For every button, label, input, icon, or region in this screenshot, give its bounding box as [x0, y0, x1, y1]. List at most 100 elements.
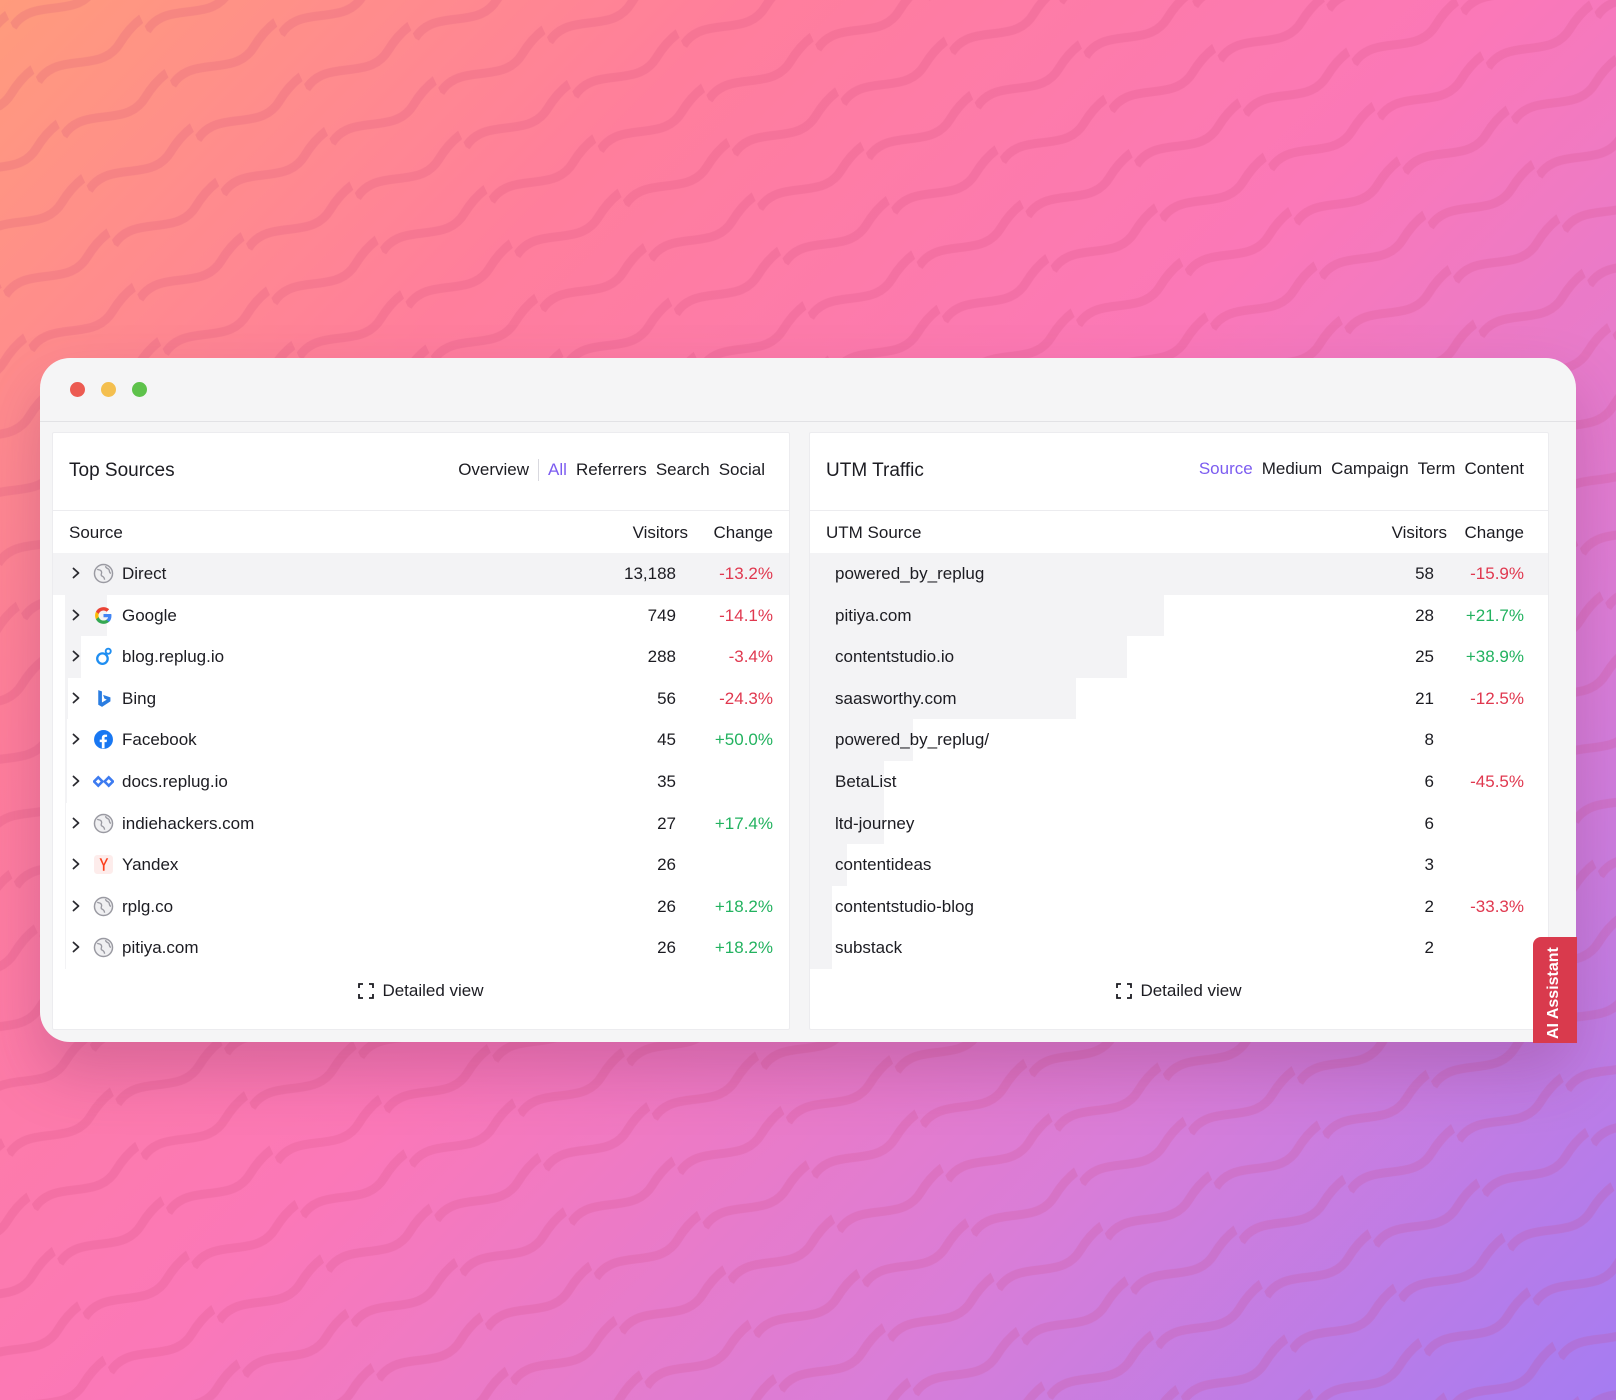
bing-icon	[93, 688, 114, 709]
source-visitors: 35	[657, 771, 676, 791]
utm-visitors: 28	[1415, 605, 1434, 625]
utm-source-name: BetaList	[835, 771, 897, 791]
source-name: rplg.co	[122, 896, 174, 916]
source-change: +17.4%	[714, 813, 773, 833]
utm-row[interactable]: saasworthy.com 21 -12.5%	[810, 677, 1548, 720]
globe-icon	[93, 937, 114, 958]
utm-visitors: 21	[1415, 688, 1434, 708]
chevron-right-icon[interactable]	[69, 856, 83, 872]
column-change[interactable]: Change	[1464, 523, 1524, 543]
utm-row[interactable]: pitiya.com 28 +21.7%	[810, 594, 1548, 637]
source-visitors: 749	[647, 605, 676, 625]
source-share-bar	[65, 719, 68, 761]
source-row[interactable]: Google 749 -14.1%	[53, 594, 789, 637]
ai-assistant-label: AI Assistant	[1545, 947, 1562, 1039]
source-row[interactable]: rplg.co 26 +18.2%	[53, 885, 789, 928]
column-source: Source	[69, 523, 123, 542]
source-share-bar	[65, 677, 68, 720]
utm-row[interactable]: ltd-journey 6	[810, 802, 1548, 845]
source-visitors: 26	[657, 896, 676, 916]
tab-all[interactable]: All	[548, 460, 567, 480]
minimize-window-button[interactable]	[101, 382, 116, 397]
tab-overview[interactable]: Overview	[458, 460, 529, 480]
utm-row[interactable]: contentstudio-blog 2 -33.3%	[810, 885, 1548, 928]
source-row[interactable]: docs.replug.io 35	[53, 760, 789, 803]
tab-social[interactable]: Social	[719, 460, 765, 480]
source-row[interactable]: pitiya.com 26 +18.2%	[53, 927, 789, 969]
tab-referrers[interactable]: Referrers	[576, 460, 647, 480]
replug-icon	[93, 646, 114, 667]
detailed-view-label: Detailed view	[382, 981, 484, 1000]
source-visitors: 13,188	[624, 564, 676, 583]
top-sources-tabs: Overview All Referrers Search Social	[458, 459, 765, 481]
chevron-right-icon[interactable]	[69, 939, 83, 955]
chevron-right-icon[interactable]	[69, 648, 83, 664]
utm-traffic-detailed-view-button[interactable]: Detailed view	[810, 981, 1548, 1001]
source-change: +18.2%	[714, 938, 773, 958]
utm-row[interactable]: powered_by_replug 58 -15.9%	[810, 553, 1548, 595]
utm-traffic-panel: UTM Traffic Source Medium Campaign Term …	[809, 432, 1549, 1030]
yandex-icon	[93, 854, 114, 875]
utm-source-name: contentstudio-blog	[835, 896, 974, 916]
app-window: Top Sources Overview All Referrers Searc…	[40, 358, 1576, 1042]
source-row[interactable]: Bing 56 -24.3%	[53, 677, 789, 720]
utm-source-name: contentstudio.io	[835, 647, 955, 667]
column-utm-source: UTM Source	[826, 523, 922, 542]
ai-assistant-button[interactable]: AI Assistant	[1533, 937, 1577, 1043]
source-name: Google	[122, 605, 177, 625]
source-row[interactable]: Yandex 26	[53, 844, 789, 886]
tab-term[interactable]: Term	[1418, 459, 1456, 479]
tab-campaign[interactable]: Campaign	[1331, 459, 1409, 479]
column-change[interactable]: Change	[713, 523, 773, 543]
utm-row[interactable]: powered_by_replug/8	[810, 719, 1548, 761]
top-sources-detailed-view-button[interactable]: Detailed view	[53, 981, 789, 1001]
top-sources-column-header: Source Visitors Change	[53, 511, 789, 553]
utm-visitors: 2	[1424, 938, 1434, 958]
source-change: +50.0%	[714, 730, 773, 750]
chevron-right-icon[interactable]	[69, 607, 83, 623]
column-visitors[interactable]: Visitors	[1392, 523, 1447, 543]
google-icon	[93, 605, 114, 626]
chevron-right-icon[interactable]	[69, 565, 83, 581]
utm-visitors: 58	[1415, 564, 1434, 583]
source-visitors: 27	[657, 813, 676, 833]
source-visitors: 26	[657, 938, 676, 958]
chevron-right-icon[interactable]	[69, 773, 83, 789]
chevron-right-icon[interactable]	[69, 690, 83, 706]
source-row[interactable]: Facebook 45 +50.0%	[53, 719, 789, 761]
chevron-right-icon[interactable]	[69, 731, 83, 747]
source-name: Facebook	[122, 730, 197, 750]
utm-visitors: 6	[1424, 771, 1434, 791]
utm-traffic-header: UTM Traffic Source Medium Campaign Term …	[810, 433, 1548, 511]
utm-traffic-column-header: UTM Source Visitors Change	[810, 511, 1548, 553]
chevron-right-icon[interactable]	[69, 815, 83, 831]
tab-content[interactable]: Content	[1464, 459, 1524, 479]
source-share-bar	[65, 760, 68, 803]
globe-icon	[93, 896, 114, 917]
utm-source-name: substack	[835, 938, 903, 958]
utm-row[interactable]: contentideas 3	[810, 844, 1548, 886]
source-change: -3.4%	[728, 647, 773, 667]
utm-visitors: 25	[1415, 647, 1434, 667]
utm-traffic-list: powered_by_replug 58 -15.9% pitiya.com 28 +21…	[810, 553, 1548, 969]
source-share-bar	[65, 885, 67, 928]
source-visitors: 56	[657, 688, 676, 708]
source-visitors: 45	[657, 730, 676, 750]
maximize-window-button[interactable]	[132, 382, 147, 397]
utm-row[interactable]: BetaList 6 -45.5%	[810, 760, 1548, 803]
source-row[interactable]: indiehackers.com 27 +17.4%	[53, 802, 789, 845]
source-visitors: 26	[657, 855, 676, 875]
source-row[interactable]: Direct 13,188 -13.2%	[53, 553, 789, 595]
utm-row[interactable]: contentstudio.io 25 +38.9%	[810, 636, 1548, 678]
column-visitors[interactable]: Visitors	[633, 523, 688, 543]
window-titlebar	[40, 358, 1576, 422]
close-window-button[interactable]	[70, 382, 85, 397]
tab-medium[interactable]: Medium	[1262, 459, 1322, 479]
source-row[interactable]: blog.replug.io 288 -3.4%	[53, 636, 789, 678]
tab-source[interactable]: Source	[1199, 459, 1253, 479]
utm-row[interactable]: substack 2	[810, 927, 1548, 969]
tab-search[interactable]: Search	[656, 460, 710, 480]
top-sources-title: Top Sources	[69, 460, 175, 481]
source-visitors: 288	[647, 647, 676, 667]
chevron-right-icon[interactable]	[69, 898, 83, 914]
